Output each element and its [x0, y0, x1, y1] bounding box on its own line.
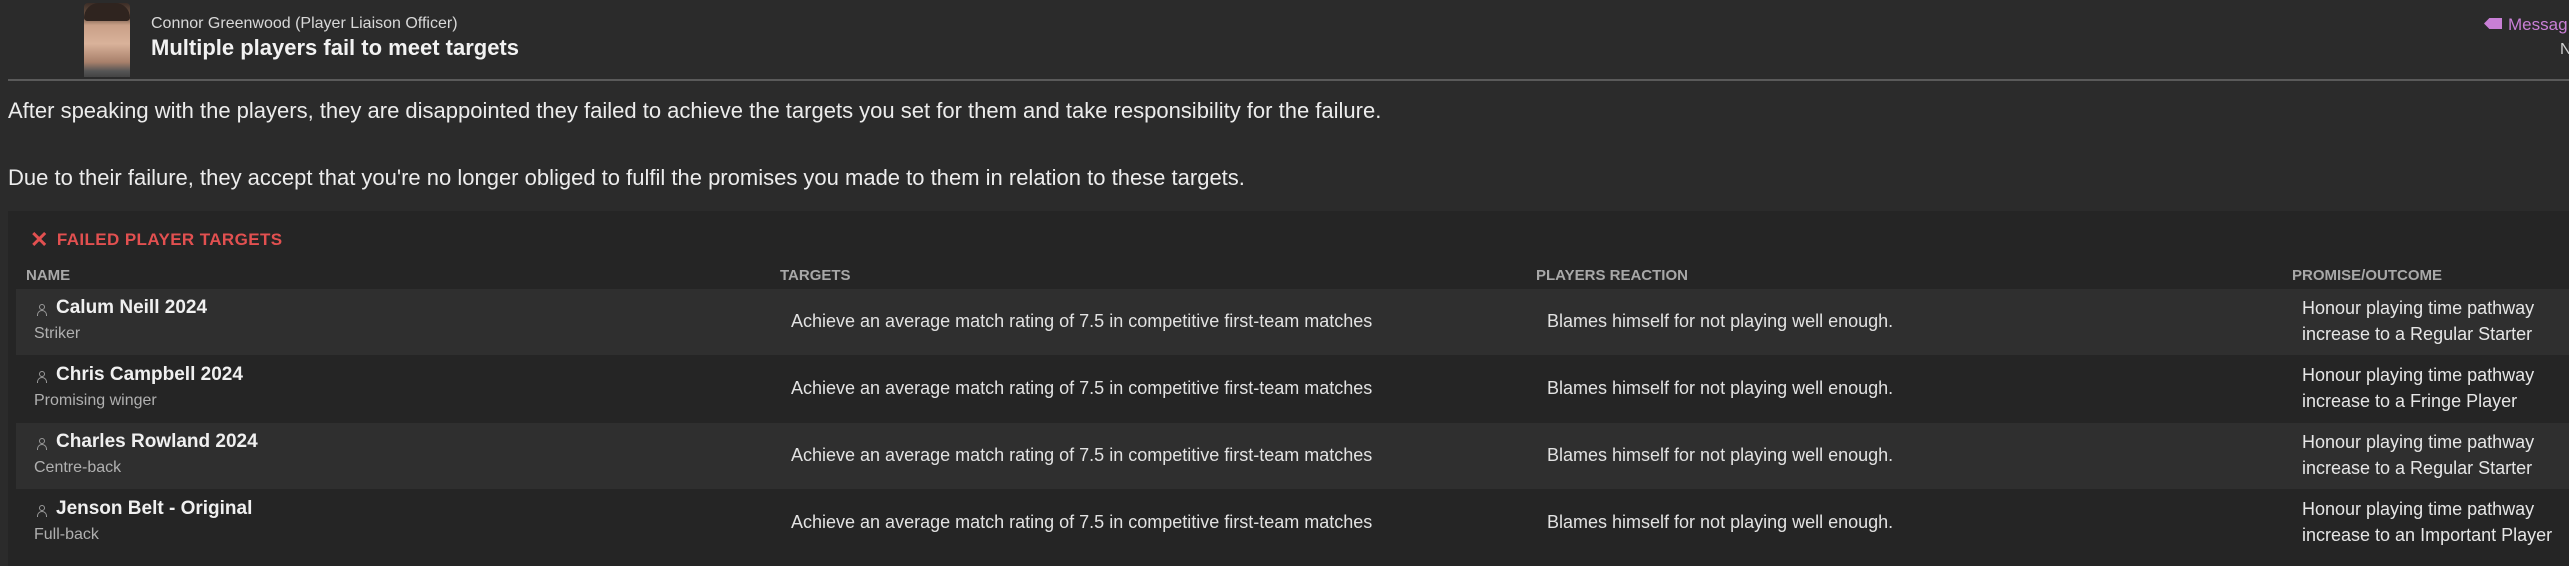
message-paragraph-1: After speaking with the players, they ar…	[8, 98, 1382, 123]
target-cell: Achieve an average match rating of 7.5 i…	[791, 445, 1373, 465]
player-position: Striker	[34, 325, 81, 342]
promise-line-2: increase to a Regular Starter	[2302, 324, 2533, 344]
avatar-hair	[84, 3, 130, 21]
reaction-cell: Blames himself for not playing well enou…	[1547, 445, 1894, 465]
promise-line-1: Honour playing time pathway	[2302, 499, 2535, 519]
failed-targets-panel: ✕ FAILED PLAYER TARGETS NAME TARGETS PLAY…	[8, 211, 2569, 566]
player-name[interactable]: Calum Neill 2024	[56, 297, 207, 319]
player-icon	[36, 505, 48, 517]
message-paragraph-2: Due to their failure, they accept that y…	[8, 165, 1245, 190]
promise-cell: Honour playing time pathway increase to a…	[2302, 496, 2569, 548]
close-x-icon: ✕	[30, 227, 49, 252]
header-divider	[8, 79, 2569, 81]
table-row[interactable]: Charles Rowland 2024 Centre-back Achieve…	[16, 423, 2569, 489]
target-cell: Achieve an average match rating of 7.5 i…	[791, 311, 1373, 331]
sender-name[interactable]: Connor Greenwood (Player Liaison Officer…	[151, 15, 458, 33]
player-icon	[36, 438, 48, 450]
player-name[interactable]: Charles Rowland 2024	[56, 431, 258, 453]
player-name[interactable]: Chris Campbell 2024	[56, 364, 243, 386]
column-header-reaction[interactable]: PLAYERS REACTION	[1536, 267, 1688, 284]
column-header-name[interactable]: NAME	[26, 267, 70, 284]
player-name[interactable]: Jenson Belt - Original	[56, 498, 252, 520]
target-cell: Achieve an average match rating of 7.5 i…	[791, 378, 1373, 398]
promise-line-1: Honour playing time pathway	[2302, 365, 2535, 385]
promise-cell: Honour playing time pathway increase to a…	[2302, 362, 2569, 414]
tag-icon	[2484, 18, 2502, 29]
player-icon	[36, 304, 48, 316]
player-position: Centre-back	[34, 459, 122, 476]
column-header-targets[interactable]: TARGETS	[780, 267, 851, 284]
promise-cell: Honour playing time pathway increase to a…	[2302, 429, 2569, 481]
reaction-cell: Blames himself for not playing well enou…	[1547, 512, 1894, 532]
panel-title-label: FAILED PLAYER TARGETS	[56, 230, 283, 249]
promise-line-1: Honour playing time pathway	[2302, 432, 2535, 452]
table-row[interactable]: Jenson Belt - Original Full-back Achieve…	[16, 490, 2569, 556]
reaction-cell: Blames himself for not playing well enou…	[1547, 378, 1894, 398]
player-position: Promising winger	[34, 392, 157, 409]
reaction-cell: Blames himself for not playing well enou…	[1547, 311, 1894, 331]
player-icon	[36, 371, 48, 383]
table-row[interactable]: Calum Neill 2024 Striker Achieve an aver…	[16, 289, 2569, 355]
promise-cell: Honour playing time pathway increase to a…	[2302, 295, 2569, 347]
table-row[interactable]: Chris Campbell 2024 Promising winger Ach…	[16, 356, 2569, 422]
column-header-promise[interactable]: PROMISE/OUTCOME	[2292, 267, 2442, 284]
promise-line-2: increase to a Regular Starter	[2302, 458, 2533, 478]
promise-line-1: Honour playing time pathway	[2302, 298, 2535, 318]
message-subject: Multiple players fail to meet targets	[151, 35, 519, 60]
message-sub-label: N	[2560, 41, 2569, 58]
promise-line-2: increase to a Fringe Player	[2302, 391, 2518, 411]
message-header: Connor Greenwood (Player Liaison Officer…	[0, 0, 2569, 80]
panel-title: ✕ FAILED PLAYER TARGETS	[30, 227, 283, 253]
message-button-label: Messag	[2508, 15, 2568, 34]
target-cell: Achieve an average match rating of 7.5 i…	[791, 512, 1373, 532]
message-button[interactable]: Messag	[2484, 15, 2568, 35]
promise-line-2: increase to an Important Player	[2302, 525, 2553, 545]
player-position: Full-back	[34, 526, 99, 543]
